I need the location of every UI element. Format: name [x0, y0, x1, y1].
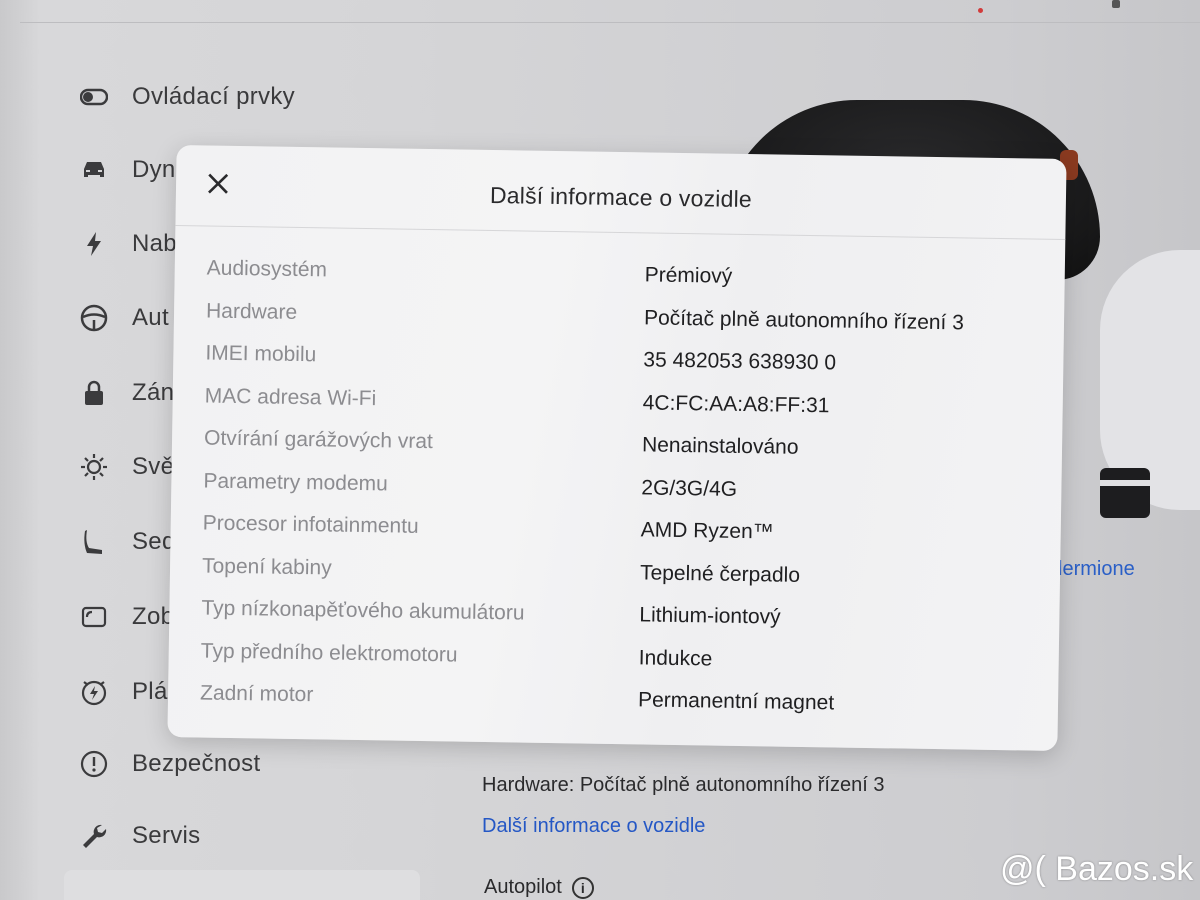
autopilot-label: Autopilot — [484, 876, 562, 898]
sidebar-selected-highlight — [64, 870, 420, 900]
profile-name[interactable]: lermione — [1058, 558, 1135, 581]
sidebar-item-service[interactable]: Servis — [78, 816, 200, 856]
sidebar-item-safety[interactable]: Bezpečnost — [78, 744, 260, 784]
car-icon — [78, 154, 110, 186]
hardware-summary: Hardware: Počítač plně autonomního řízen… — [482, 774, 885, 796]
info-key: Topení kabiny — [201, 554, 332, 580]
info-value: 35 482053 638930 0 — [643, 348, 837, 375]
seat-icon — [78, 526, 110, 558]
steering-wheel-icon — [78, 302, 110, 334]
sidebar-item-label: Ovládací prvky — [132, 83, 295, 110]
sidebar-item-label: Plá — [132, 678, 168, 705]
info-value: Počítač plně autonomního řízení 3 — [643, 306, 965, 335]
info-key: Otvírání garážových vrat — [203, 426, 434, 454]
info-value: Prémiový — [644, 263, 733, 289]
sidebar-item-label: Dyn — [132, 156, 176, 183]
info-key: Parametry modemu — [203, 469, 388, 496]
sidebar-item-dynamics[interactable]: Dyn — [78, 150, 176, 190]
watermark: @( Bazos.sk — [1000, 850, 1194, 888]
sidebar-item-schedule[interactable]: Plá — [78, 672, 168, 712]
status-icon — [1112, 0, 1120, 8]
sidebar-item-label: Zán — [132, 379, 175, 406]
sidebar-item-charging[interactable]: Nab — [78, 224, 177, 264]
info-value: 2G/3G/4G — [641, 476, 738, 501]
bolt-icon — [78, 228, 110, 260]
info-value: 4C:FC:AA:A8:FF:31 — [642, 391, 830, 418]
modal-title: Další informace o vozidle — [489, 181, 753, 213]
toggle-icon — [78, 81, 110, 113]
sidebar-item-label: Svě — [132, 453, 175, 480]
status-indicator — [978, 8, 983, 13]
info-value: Permanentní magnet — [637, 688, 835, 715]
info-key: Zadní motor — [199, 681, 314, 707]
info-key: Procesor infotainmentu — [202, 511, 419, 539]
modal-divider — [175, 225, 1066, 241]
sidebar-item-display[interactable]: Zob — [78, 597, 174, 637]
sidebar-item-locks[interactable]: Zán — [78, 373, 174, 413]
sidebar-item-lights[interactable]: Svě — [78, 447, 174, 487]
vehicle-info-modal: Další informace o vozidle Audiosystém Pr… — [167, 145, 1067, 751]
autopilot-row: Autopilot i — [484, 876, 594, 899]
info-value: Lithium-iontový — [639, 603, 781, 629]
sun-icon — [78, 451, 110, 483]
sidebar-item-label: Bezpečnost — [132, 750, 261, 777]
info-value: AMD Ryzen™ — [640, 518, 774, 544]
lock-icon — [78, 377, 110, 409]
sidebar-item-label: Sed — [132, 528, 176, 555]
wrench-icon — [78, 820, 110, 852]
info-value: Indukce — [638, 646, 713, 671]
sidebar-item-autopilot[interactable]: Aut — [78, 298, 169, 338]
sidebar-item-seats[interactable]: Sed — [78, 522, 176, 562]
info-key: Typ předního elektromotoru — [200, 639, 458, 667]
more-info-link[interactable]: Další informace o vozidle — [482, 815, 705, 838]
info-icon[interactable]: i — [571, 876, 594, 899]
schedule-icon — [78, 676, 110, 708]
info-key: MAC adresa Wi-Fi — [204, 384, 377, 410]
info-value: Nenainstalováno — [641, 433, 799, 460]
info-key: Typ nízkonapěťového akumulátoru — [201, 596, 525, 625]
keycard-icon — [1100, 468, 1150, 518]
info-key: Audiosystém — [206, 256, 328, 282]
sidebar-item-label: Servis — [132, 822, 201, 849]
info-key: Hardware — [205, 299, 298, 324]
info-key: IMEI mobilu — [205, 341, 317, 367]
alert-icon — [78, 748, 110, 780]
sidebar-item-label: Nab — [132, 230, 177, 257]
display-icon — [78, 601, 110, 633]
sidebar-item-label: Zob — [132, 603, 175, 630]
sidebar-item-controls[interactable]: Ovládací prvky — [78, 77, 295, 117]
info-value: Tepelné čerpadlo — [639, 561, 801, 587]
info-table: Audiosystém Prémiový Hardware Počítač pl… — [200, 248, 1037, 728]
sidebar-item-label: Aut — [132, 304, 169, 331]
